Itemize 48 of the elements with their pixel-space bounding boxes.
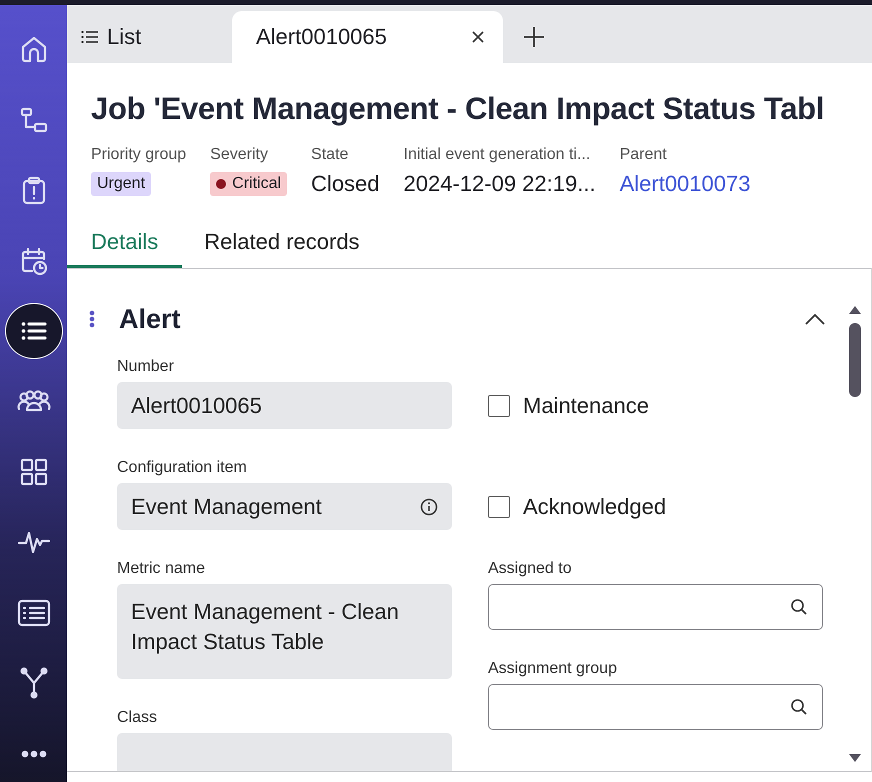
grid-icon[interactable] — [18, 456, 48, 487]
field-label: Number — [117, 357, 175, 377]
field-value: Closed — [311, 171, 380, 197]
tab-label: List — [107, 24, 142, 50]
more-options-icon[interactable] — [89, 310, 95, 328]
field-label: Metric name — [117, 559, 206, 579]
tab[interactable]: List — [67, 11, 232, 63]
field-value: 2024-12-09 22:19... — [404, 171, 596, 197]
record-title: Job 'Event Management - Clean Impact Status Tabl — [91, 90, 826, 128]
severity-tag: Critical — [210, 172, 288, 196]
field-label: State — [311, 145, 348, 165]
parent-link[interactable]: Alert0010073 — [620, 171, 750, 197]
search-icon[interactable] — [790, 598, 808, 616]
field-label: Parent — [620, 145, 667, 165]
list-icon — [81, 30, 99, 44]
field-value: Alert0010065 — [131, 392, 263, 420]
lookup-field[interactable] — [488, 584, 823, 630]
priority-tag: Urgent — [91, 172, 152, 196]
scroll-up-icon[interactable] — [848, 305, 862, 315]
field-value: Event Management - Clean Impact Status Table — [131, 598, 400, 656]
field-value: Event Management — [131, 492, 323, 521]
field-label: Class — [117, 708, 158, 728]
scroll-down-icon[interactable] — [848, 753, 862, 763]
field-label: Initial event generation ti... — [404, 145, 590, 165]
tab[interactable]: Details — [67, 229, 182, 268]
add-tab-icon[interactable] — [523, 26, 545, 48]
more-icon[interactable] — [20, 750, 46, 758]
checkbox-label: Acknowledged — [523, 494, 666, 520]
collapse-icon[interactable] — [805, 313, 825, 325]
lookup-field[interactable] — [488, 684, 823, 730]
tab[interactable]: Alert0010065 — [232, 11, 503, 63]
tab[interactable]: Related records — [182, 229, 384, 268]
branch-icon[interactable] — [18, 666, 48, 700]
field-label: Priority group — [91, 145, 186, 165]
info-icon[interactable] — [420, 498, 438, 516]
section-title: Alert — [119, 304, 182, 334]
field-label: Severity — [210, 145, 268, 165]
scrollbar-thumb[interactable] — [849, 323, 861, 397]
close-icon[interactable] — [471, 30, 485, 44]
checkbox[interactable] — [488, 394, 510, 416]
list-card-icon[interactable] — [16, 598, 50, 628]
checkbox[interactable] — [488, 496, 510, 518]
tab-label: Alert0010065 — [256, 24, 388, 50]
search-icon[interactable] — [790, 698, 808, 716]
field-label: Configuration item — [117, 458, 248, 478]
field-label: Assigned to — [488, 559, 573, 579]
field-label: Assignment group — [488, 659, 618, 679]
checkbox-label: Maintenance — [523, 392, 649, 418]
